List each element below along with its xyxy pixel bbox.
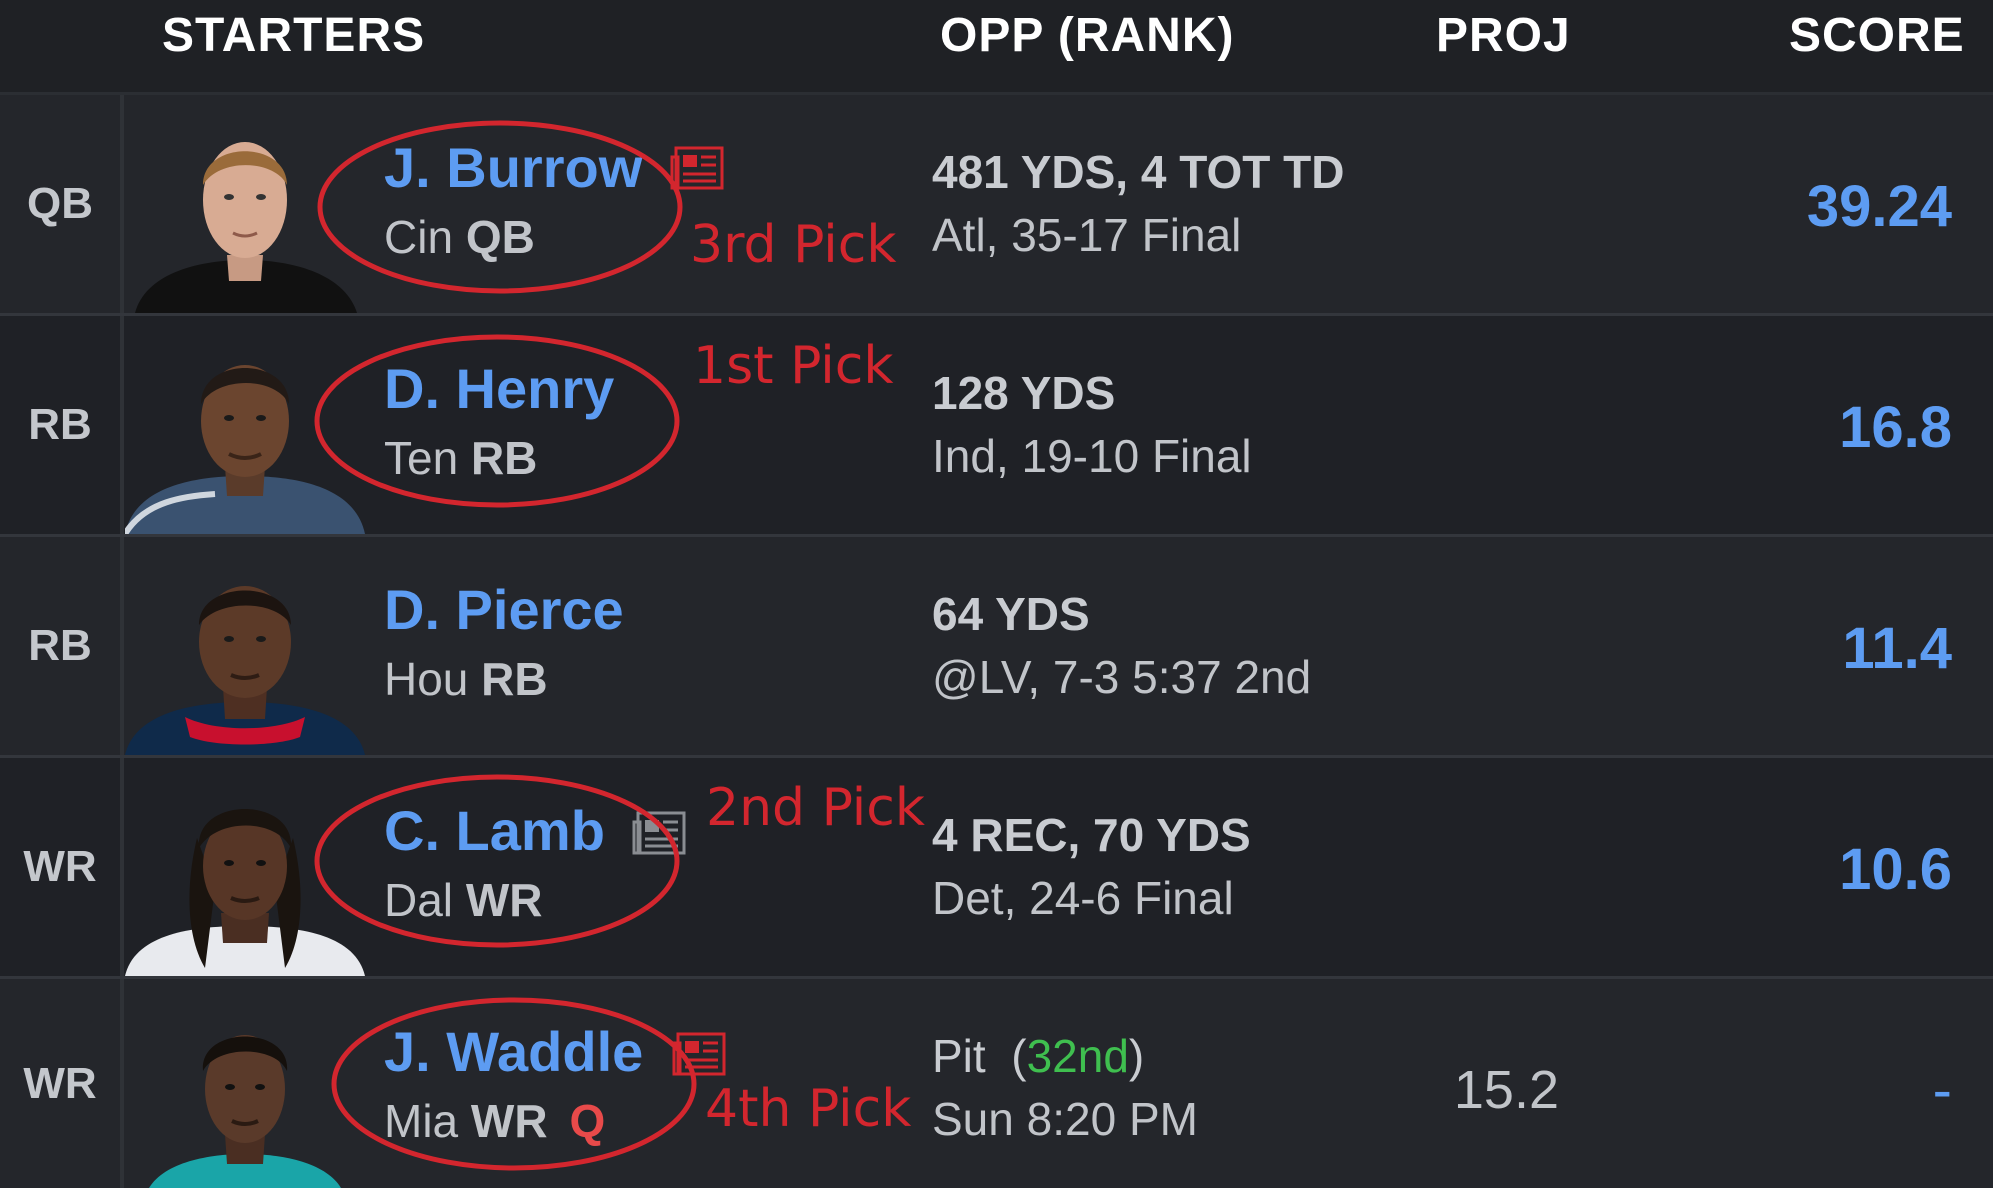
slot-position: QB bbox=[0, 95, 124, 313]
game-result: Atl, 35-17 Final bbox=[932, 209, 1242, 261]
team-position: WR bbox=[465, 874, 543, 926]
fantasy-score[interactable]: 11.4 bbox=[1842, 615, 1952, 682]
team-position: RB bbox=[481, 653, 548, 705]
game-result: @LV, 7-3 5:37 2nd bbox=[932, 651, 1312, 703]
news-icon[interactable] bbox=[632, 810, 688, 856]
team-position: WR bbox=[470, 1095, 548, 1147]
slot-position: RB bbox=[0, 316, 124, 534]
player-headshot[interactable] bbox=[125, 989, 365, 1188]
player-team: Hou RB bbox=[384, 652, 548, 706]
player-row-rb[interactable]: RB D. Pierce Hou RB 64 YDS @LV, 7-3 5:37… bbox=[0, 537, 1993, 758]
player-row-wr[interactable]: WR C. Lamb Dal WR 4 REC, 70 YDS Det, 24-… bbox=[0, 758, 1993, 979]
starters-header: STARTERS OPP (RANK) PROJ SCORE bbox=[0, 0, 1993, 95]
news-icon[interactable] bbox=[672, 1031, 728, 1077]
team-abbr: Mia bbox=[384, 1095, 459, 1147]
fantasy-score[interactable]: 10.6 bbox=[1839, 836, 1952, 903]
opponent-defense-rank: 32nd bbox=[1026, 1030, 1129, 1082]
header-proj[interactable]: PROJ bbox=[1436, 8, 1571, 63]
player-name[interactable]: D. Henry bbox=[384, 356, 614, 421]
game-result: Ind, 19-10 Final bbox=[932, 430, 1252, 482]
player-row-qb[interactable]: QB J. Burrow Cin QB 481 YDS, 4 TOT TD At… bbox=[0, 95, 1993, 316]
header-score[interactable]: SCORE bbox=[1789, 8, 1965, 63]
player-team: Dal WR bbox=[384, 873, 542, 927]
slot-position: WR bbox=[0, 979, 124, 1188]
opponent-team: Pit bbox=[932, 1030, 986, 1082]
game-stat-line: 128 YDS bbox=[932, 367, 1116, 419]
fantasy-score[interactable]: 16.8 bbox=[1839, 394, 1952, 461]
player-row-rb[interactable]: RB D. Henry Ten RB 128 YDS Ind, 19-10 Fi… bbox=[0, 316, 1993, 537]
player-name[interactable]: J. Waddle bbox=[384, 1019, 643, 1084]
team-abbr: Dal bbox=[384, 874, 454, 926]
team-position: RB bbox=[470, 432, 538, 484]
projected-points: 15.2 bbox=[1453, 1060, 1559, 1120]
player-team: Mia WR Q bbox=[384, 1094, 605, 1148]
player-team: Ten RB bbox=[384, 431, 537, 485]
player-headshot[interactable] bbox=[125, 105, 365, 313]
team-position: QB bbox=[465, 211, 535, 263]
team-abbr: Cin bbox=[384, 211, 454, 263]
game-result: Det, 24-6 Final bbox=[932, 872, 1234, 924]
player-headshot[interactable] bbox=[125, 768, 365, 976]
pick-annotation: 2nd Pick bbox=[706, 778, 925, 838]
slot-position: RB bbox=[0, 537, 124, 755]
game-stat-line: 481 YDS, 4 TOT TD bbox=[932, 146, 1345, 198]
player-team: Cin QB bbox=[384, 210, 535, 264]
game-stat-line: 64 YDS bbox=[932, 588, 1090, 640]
pick-annotation: 3rd Pick bbox=[690, 215, 897, 275]
fantasy-score[interactable]: 39.24 bbox=[1807, 173, 1952, 240]
game-time: Sun 8:20 PM bbox=[932, 1093, 1198, 1145]
player-row-wr[interactable]: WR J. Waddle Mia WR Q Pit (32nd) Sun 8:20… bbox=[0, 979, 1993, 1188]
player-headshot[interactable] bbox=[125, 326, 365, 534]
news-icon[interactable] bbox=[670, 145, 726, 191]
header-starters: STARTERS bbox=[162, 9, 426, 62]
player-name[interactable]: D. Pierce bbox=[384, 577, 624, 642]
player-name[interactable]: C. Lamb bbox=[384, 798, 605, 863]
game-stat-line: 4 REC, 70 YDS bbox=[932, 809, 1251, 861]
opponent-rank: Pit (32nd) bbox=[932, 1030, 1145, 1082]
header-opp-rank[interactable]: OPP (RANK) bbox=[940, 8, 1234, 63]
player-headshot[interactable] bbox=[125, 547, 365, 755]
team-abbr: Ten bbox=[384, 432, 459, 484]
player-name[interactable]: J. Burrow bbox=[384, 135, 642, 200]
pick-annotation: 1st Pick bbox=[693, 336, 894, 396]
injury-status-badge[interactable]: Q bbox=[570, 1095, 606, 1147]
slot-position: WR bbox=[0, 758, 124, 976]
pick-annotation: 4th Pick bbox=[705, 1079, 912, 1139]
team-abbr: Hou bbox=[384, 653, 469, 705]
fantasy-score[interactable]: - bbox=[1933, 1057, 1952, 1124]
